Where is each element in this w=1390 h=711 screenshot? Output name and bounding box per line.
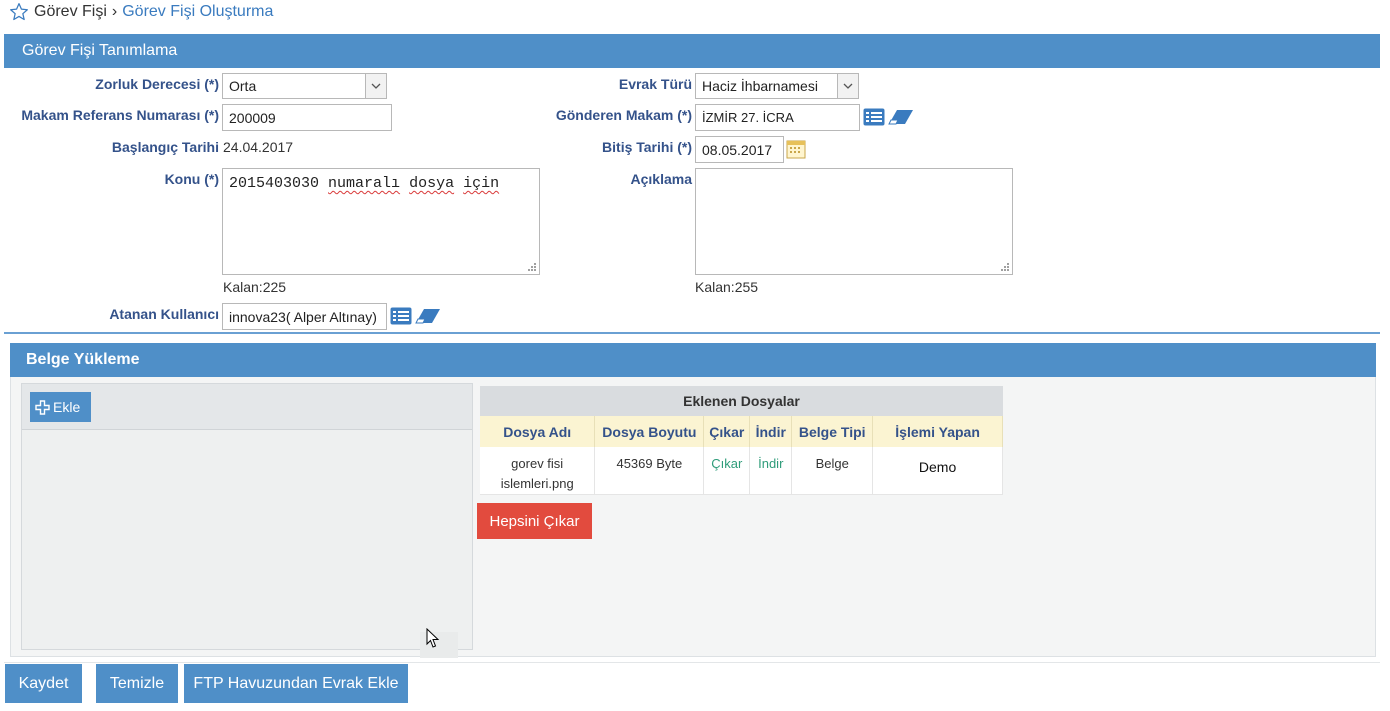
upload-panel-title: Belge Yükleme (26, 351, 140, 368)
remove-file-link[interactable]: Çıkar (703, 447, 751, 495)
assigned-user-input[interactable]: innova23( Alper Altınay) (222, 303, 387, 330)
difficulty-select[interactable]: Orta (222, 73, 387, 99)
description-textarea[interactable] (695, 168, 1013, 275)
file-name: islemleri.png (500, 476, 574, 491)
reference-number-input[interactable]: 200009 (222, 104, 392, 131)
eraser-icon[interactable] (415, 306, 441, 326)
document-type-value: Haciz İhbarnamesi (702, 78, 818, 94)
subject-textarea[interactable]: 2015403030 numaralı dosya için (222, 168, 540, 275)
subject-text: numaralı (328, 175, 401, 192)
files-table: Dosya Adı Dosya Boyutu Çıkar İndir Belge… (480, 416, 1003, 495)
description-remaining: Kalan:255 (695, 279, 759, 295)
file-name: gorev fisi (511, 456, 564, 471)
resize-grip-icon[interactable] (1000, 262, 1009, 271)
breadcrumb-home[interactable]: Görev Fişi (34, 3, 107, 21)
star-icon[interactable] (8, 2, 30, 22)
file-name-cell: gorev fisi islemleri.png (480, 447, 596, 495)
assigned-user-value: innova23( Alper Altınay) (229, 308, 377, 325)
resize-grip-icon[interactable] (527, 262, 536, 271)
difficulty-label: Zorluk Derecesi (*) (95, 76, 219, 92)
sender-authority-input[interactable]: İZMİR 27. İCRA (695, 104, 860, 131)
subject-text: 2015403030 (229, 175, 320, 192)
document-type-label: Evrak Türü (618, 76, 692, 92)
sender-authority-label: Gönderen Makam (*) (555, 107, 692, 123)
reference-number-label: Makam Referans Numarası (*) (21, 107, 219, 123)
eraser-icon[interactable] (888, 107, 914, 127)
difficulty-value: Orta (229, 78, 257, 94)
download-file-link[interactable]: İndir (749, 447, 793, 495)
list-icon[interactable] (862, 107, 886, 127)
chevron-down-icon (365, 74, 386, 98)
end-date-label: Bitiş Tarihi (*) (602, 139, 692, 155)
column-header: Belge Tipi (791, 416, 874, 447)
column-header: İndir (749, 416, 793, 447)
breadcrumb-current: Görev Fişi Oluşturma (122, 3, 274, 20)
ftp-add-button[interactable]: FTP Havuzundan Evrak Ekle (184, 664, 408, 703)
end-date-value: 08.05.2017 (702, 141, 773, 158)
save-button[interactable]: Kaydet (5, 664, 82, 703)
upload-panel-header: Belge Yükleme (10, 343, 1376, 377)
reference-number-value: 200009 (229, 109, 276, 126)
subject-remaining: Kalan:225 (223, 279, 287, 295)
list-icon[interactable] (389, 306, 413, 326)
chevron-down-icon (837, 74, 858, 98)
description-label: Açıklama (630, 171, 692, 187)
column-header: Dosya Adı (480, 416, 596, 447)
table-row: gorev fisi islemleri.png 45369 Byte Çıka… (480, 447, 1003, 495)
start-date-value: 24.04.2017 (223, 139, 294, 155)
performed-by-cell: Demo (872, 447, 1003, 495)
plus-icon (35, 399, 50, 415)
remove-all-button[interactable]: Hepsini Çıkar (477, 503, 592, 539)
column-header: Dosya Boyutu (594, 416, 705, 447)
divider (4, 662, 1380, 663)
document-type-cell: Belge (791, 447, 874, 495)
subject-label: Konu (*) (164, 171, 219, 187)
assigned-user-label: Atanan Kullanıcı (109, 306, 219, 322)
files-table-title: Eklenen Dosyalar (480, 386, 1003, 416)
definition-panel-header: Görev Fişi Tanımlama (4, 34, 1380, 68)
end-date-input[interactable]: 08.05.2017 (695, 136, 784, 163)
sender-authority-value: İZMİR 27. İCRA (702, 110, 794, 125)
breadcrumb: Görev Fişi › Görev Fişi Oluşturma (8, 2, 273, 22)
definition-panel-title: Görev Fişi Tanımlama (22, 42, 178, 59)
add-file-button[interactable]: Ekle (30, 392, 91, 422)
document-type-select[interactable]: Haciz İhbarnamesi (695, 73, 859, 99)
start-date-label: Başlangıç Tarihi (111, 139, 219, 155)
file-size: 45369 Byte (594, 447, 705, 495)
subject-text: dosya (409, 175, 455, 192)
calendar-icon[interactable] (786, 139, 806, 159)
add-file-label: Ekle (53, 399, 81, 415)
column-header: Çıkar (703, 416, 751, 447)
breadcrumb-separator: › (111, 3, 118, 20)
column-header: İşlemi Yapan (872, 416, 1003, 447)
mouse-cursor-icon (426, 628, 440, 648)
clear-button[interactable]: Temizle (96, 664, 178, 703)
subject-text: için (463, 175, 500, 192)
